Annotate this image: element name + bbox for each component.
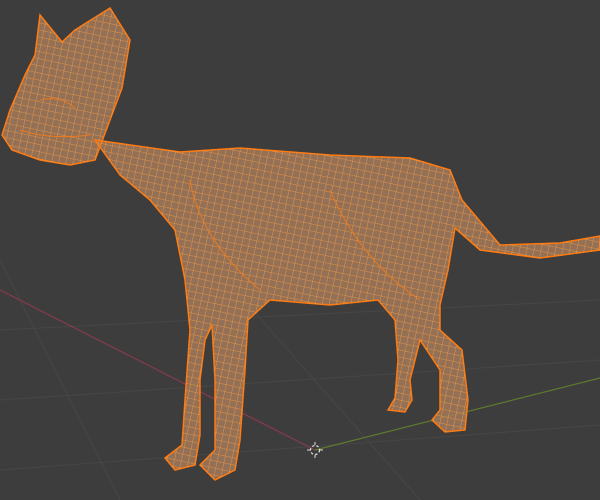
viewport-canvas[interactable] (0, 0, 600, 500)
cat-mesh[interactable] (1, 6, 600, 481)
3d-viewport[interactable] (0, 0, 600, 500)
x-axis-line (0, 289, 316, 451)
